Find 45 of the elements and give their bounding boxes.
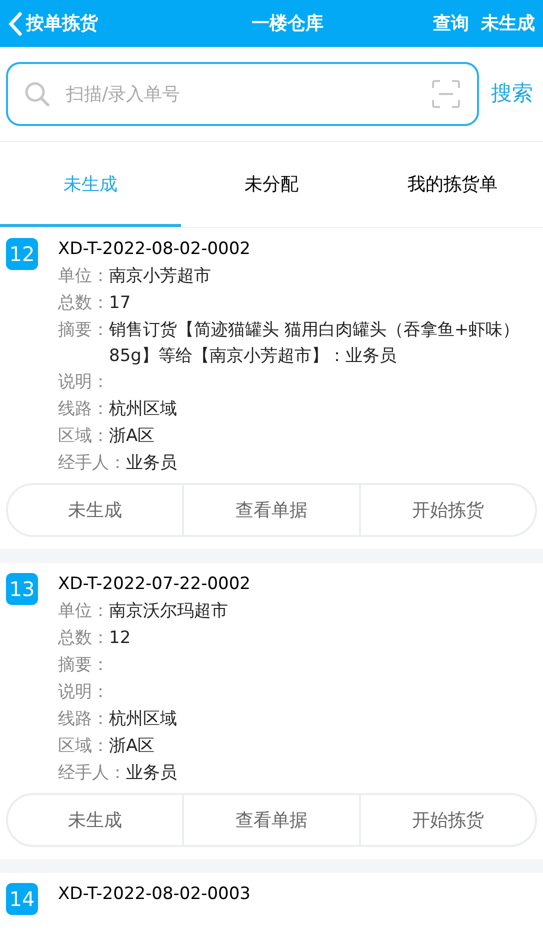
search-input[interactable]: 扫描/录入单号 [66, 80, 415, 108]
field-value: 业务员 [126, 452, 177, 475]
field-value: 浙A区 [109, 425, 155, 448]
order-action-button[interactable]: 开始拣货 [358, 485, 535, 535]
field-label: 摘要： [58, 654, 109, 677]
order-action-button[interactable]: 查看单据 [182, 795, 359, 845]
order-number: XD-T-2022-08-02-0002 [58, 238, 252, 261]
field-label: 经手人： [58, 762, 126, 785]
field-value: 12 [109, 627, 131, 650]
field-label: 单位： [58, 600, 109, 623]
field-label: 区域： [58, 735, 109, 758]
back-icon [8, 12, 22, 36]
field-value: 浙A区 [109, 735, 155, 758]
tab[interactable]: 我的拣货单 [362, 142, 543, 227]
field-label: 总数： [58, 292, 109, 315]
field-value: 业务员 [126, 762, 177, 785]
field-label: 说明： [58, 371, 109, 394]
order-action-button[interactable]: 未生成 [8, 795, 182, 845]
order-index-badge: 14 [6, 883, 38, 915]
field-label: 经手人： [58, 452, 126, 475]
field-label: 说明： [58, 681, 109, 704]
field-label: 摘要： [58, 319, 109, 342]
field-label: 总数： [58, 627, 109, 650]
order-index-badge: 13 [6, 573, 38, 605]
field-value: 杭州区域 [109, 398, 177, 421]
field-label: 单位： [58, 265, 109, 288]
search-box[interactable]: 扫描/录入单号 [6, 62, 479, 126]
order-action-button[interactable]: 开始拣货 [358, 795, 535, 845]
order-number: XD-T-2022-08-02-0003 [58, 883, 252, 906]
order-number: XD-T-2022-07-22-0002 [58, 573, 252, 596]
field-label: 线路： [58, 708, 109, 731]
field-value: 销售订货【简迹猫罐头 猫用白肉罐头（吞拿鱼+虾味）85g】等给【南京小芳超市】：业务员 [109, 319, 521, 368]
order-index-badge: 12 [6, 238, 38, 270]
order-action-button[interactable]: 未生成 [8, 485, 182, 535]
field-value: 南京小芳超市 [109, 265, 211, 288]
search-icon [24, 81, 50, 107]
field-value: 17 [109, 292, 131, 315]
field-value: 杭州区域 [109, 708, 177, 731]
field-label: 线路： [58, 398, 109, 421]
field-value: 南京沃尔玛超市 [109, 600, 228, 623]
tab[interactable]: 未分配 [181, 142, 362, 227]
scan-icon[interactable] [431, 79, 461, 109]
page-title: 一楼仓库 [250, 12, 324, 36]
field-label: 区域： [58, 425, 109, 448]
order-action-button[interactable]: 查看单据 [182, 485, 359, 535]
